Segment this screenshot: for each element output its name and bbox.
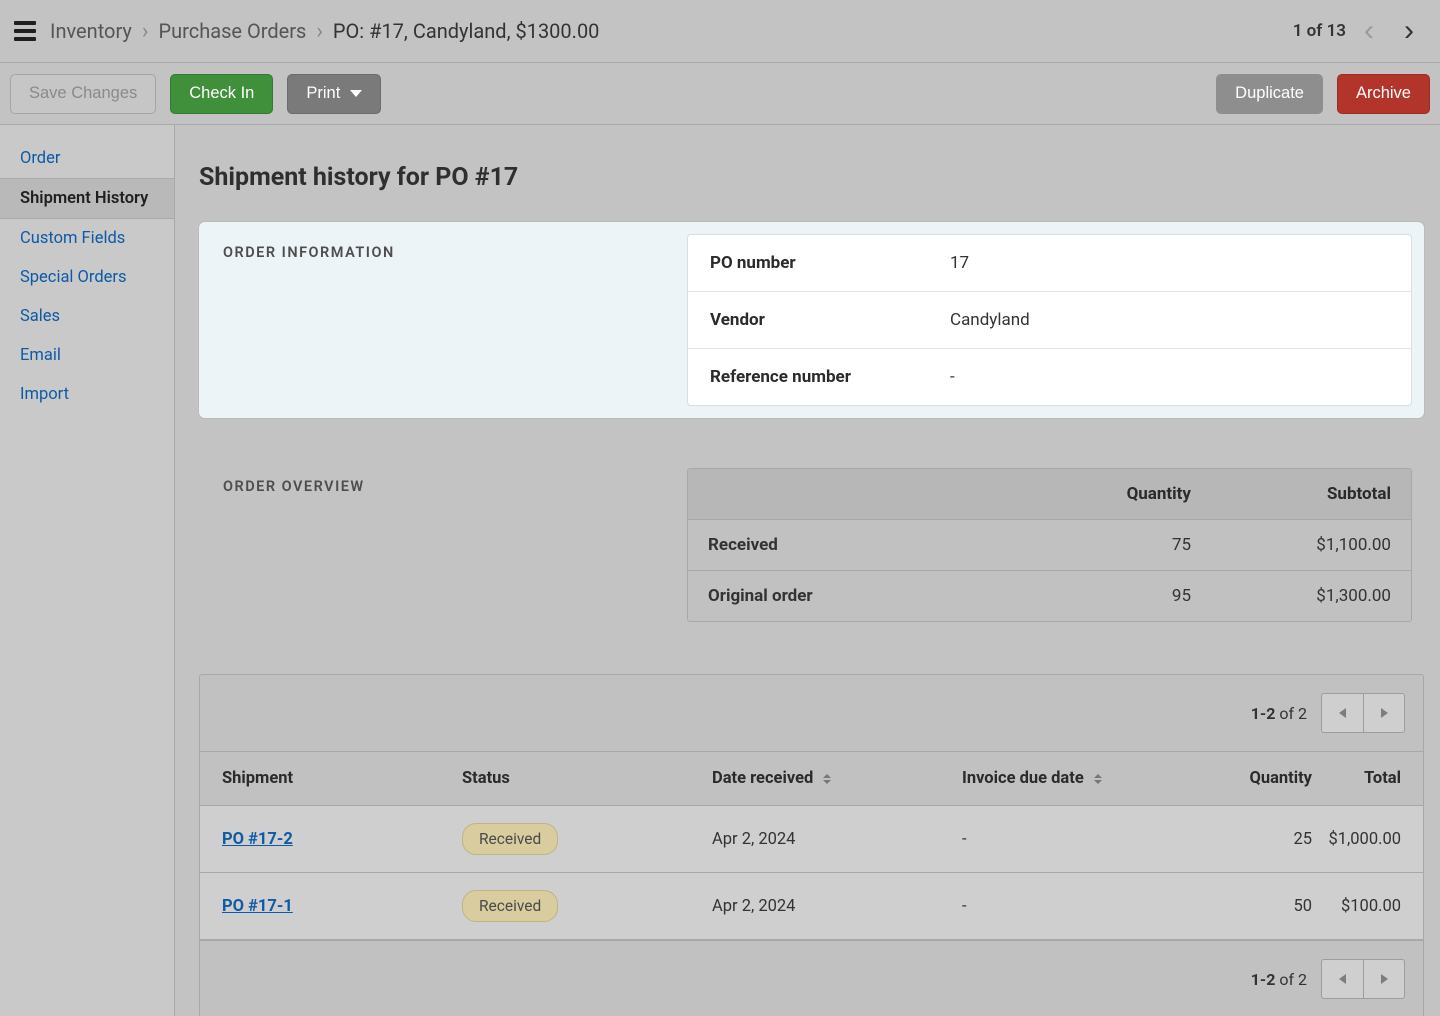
sidebar-tab-import[interactable]: Import xyxy=(0,375,174,414)
sort-icon xyxy=(1094,774,1102,784)
kv-row-vendor: Vendor Candyland xyxy=(688,292,1411,349)
sort-icon xyxy=(823,774,831,784)
main-content: Shipment history for PO #17 ORDER INFORM… xyxy=(175,125,1440,1016)
shipments-header: Shipment Status Date received Invoice du… xyxy=(200,752,1423,806)
col-quantity: Quantity xyxy=(1162,769,1312,788)
kv-value: - xyxy=(950,367,955,387)
breadcrumb-item-purchase-orders[interactable]: Purchase Orders xyxy=(158,19,306,43)
overview-row-qty: 75 xyxy=(991,535,1191,555)
pager-range: 1-2 of 2 xyxy=(1251,704,1307,723)
kv-row-po-number: PO number 17 xyxy=(688,235,1411,292)
triangle-right-icon xyxy=(1381,974,1388,984)
overview-row-received: Received 75 $1,100.00 xyxy=(688,520,1411,571)
order-information-panel: ORDER INFORMATION PO number 17 Vendor Ca… xyxy=(199,222,1424,418)
kv-value: Candyland xyxy=(950,310,1030,330)
chevron-right-icon: › xyxy=(142,19,149,44)
kv-row-reference: Reference number - xyxy=(688,349,1411,405)
cell-due: - xyxy=(962,897,1162,916)
sidebar-tab-shipment-history[interactable]: Shipment History xyxy=(0,178,174,219)
cell-due: - xyxy=(962,830,1162,849)
shipment-link[interactable]: PO #17-1 xyxy=(222,897,293,916)
cell-qty: 25 xyxy=(1162,830,1312,849)
overview-row-label: Original order xyxy=(708,586,991,606)
breadcrumb-item-inventory[interactable]: Inventory xyxy=(50,19,132,43)
order-information-label: ORDER INFORMATION xyxy=(199,222,687,418)
sidebar-tab-sales[interactable]: Sales xyxy=(0,297,174,336)
pager-prev-button[interactable] xyxy=(1321,959,1363,999)
overview-row-subtotal: $1,100.00 xyxy=(1191,535,1391,555)
overview-row-qty: 95 xyxy=(991,586,1191,606)
action-toolbar: Save Changes Check In Print Duplicate Ar… xyxy=(0,63,1440,125)
pager-bottom: 1-2 of 2 xyxy=(200,940,1423,1016)
shipment-row: PO #17-2 Received Apr 2, 2024 - 25 $1,00… xyxy=(200,806,1423,873)
shipment-row: PO #17-1 Received Apr 2, 2024 - 50 $100.… xyxy=(200,873,1423,940)
col-status: Status xyxy=(462,769,712,788)
sidebar-tab-order[interactable]: Order xyxy=(0,139,174,178)
record-count: 1 of 13 xyxy=(1293,21,1346,41)
kv-key: Reference number xyxy=(710,367,950,387)
order-overview-card: Quantity Subtotal Received 75 $1,100.00 … xyxy=(687,468,1412,622)
col-shipment: Shipment xyxy=(222,769,462,788)
breadcrumb: Inventory › Purchase Orders › PO: #17, C… xyxy=(50,19,599,44)
order-information-card: PO number 17 Vendor Candyland Reference … xyxy=(687,234,1412,406)
pager-prev-button[interactable] xyxy=(1321,693,1363,733)
breadcrumb-current: PO: #17, Candyland, $1300.00 xyxy=(333,19,600,43)
overview-header: Quantity Subtotal xyxy=(688,469,1411,520)
archive-button[interactable]: Archive xyxy=(1337,74,1430,114)
kv-key: PO number xyxy=(710,253,950,273)
order-overview-panel: ORDER OVERVIEW Quantity Subtotal Receive… xyxy=(199,456,1424,634)
shipment-link[interactable]: PO #17-2 xyxy=(222,830,293,849)
col-total: Total xyxy=(1312,769,1401,788)
check-in-button[interactable]: Check In xyxy=(170,74,273,114)
status-badge: Received xyxy=(462,823,558,855)
triangle-left-icon xyxy=(1339,708,1346,718)
record-nav: 1 of 13 ‹ › xyxy=(1293,14,1426,48)
overview-head-qty: Quantity xyxy=(991,484,1191,504)
cell-total: $100.00 xyxy=(1312,897,1401,916)
sidebar-tab-special-orders[interactable]: Special Orders xyxy=(0,258,174,297)
pager-range: 1-2 of 2 xyxy=(1251,970,1307,989)
pager-top: 1-2 of 2 xyxy=(200,675,1423,752)
pager-next-button[interactable] xyxy=(1363,959,1405,999)
save-button[interactable]: Save Changes xyxy=(10,74,156,114)
print-button[interactable]: Print xyxy=(287,74,381,114)
menu-icon[interactable] xyxy=(14,20,36,42)
order-overview-label: ORDER OVERVIEW xyxy=(199,456,687,634)
triangle-left-icon xyxy=(1339,974,1346,984)
col-date-received[interactable]: Date received xyxy=(712,769,962,788)
duplicate-button[interactable]: Duplicate xyxy=(1216,74,1323,114)
chevron-down-icon xyxy=(350,90,362,97)
status-badge: Received xyxy=(462,890,558,922)
overview-row-subtotal: $1,300.00 xyxy=(1191,586,1391,606)
shipments-table: 1-2 of 2 Shipment Status Date received I… xyxy=(199,674,1424,1016)
cell-total: $1,000.00 xyxy=(1312,830,1401,849)
kv-value: 17 xyxy=(950,253,969,273)
col-invoice-due[interactable]: Invoice due date xyxy=(962,769,1162,788)
breadcrumb-bar: Inventory › Purchase Orders › PO: #17, C… xyxy=(0,0,1440,63)
kv-key: Vendor xyxy=(710,310,950,330)
cell-qty: 50 xyxy=(1162,897,1312,916)
sidebar: Order Shipment History Custom Fields Spe… xyxy=(0,125,175,1016)
next-record-button[interactable]: › xyxy=(1392,14,1426,48)
sidebar-tab-email[interactable]: Email xyxy=(0,336,174,375)
triangle-right-icon xyxy=(1381,708,1388,718)
overview-row-label: Received xyxy=(708,535,991,555)
prev-record-button[interactable]: ‹ xyxy=(1352,14,1386,48)
print-button-label: Print xyxy=(306,84,340,103)
cell-date: Apr 2, 2024 xyxy=(712,830,962,849)
sidebar-tab-custom-fields[interactable]: Custom Fields xyxy=(0,219,174,258)
chevron-right-icon: › xyxy=(316,19,323,44)
overview-row-original: Original order 95 $1,300.00 xyxy=(688,571,1411,621)
cell-date: Apr 2, 2024 xyxy=(712,897,962,916)
overview-head-subtotal: Subtotal xyxy=(1191,484,1391,504)
page-title: Shipment history for PO #17 xyxy=(199,163,1424,192)
pager-next-button[interactable] xyxy=(1363,693,1405,733)
